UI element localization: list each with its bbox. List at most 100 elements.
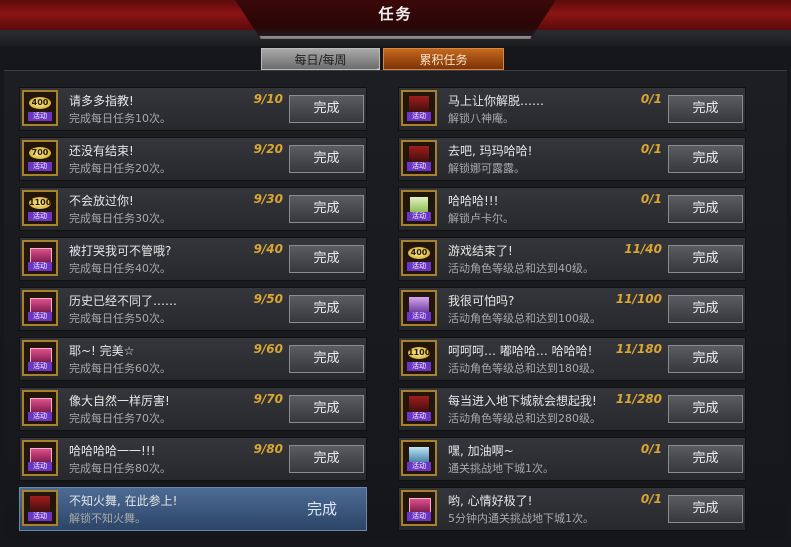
task-row: 活动 哈哈哈哈一一!!! 完成每日任务80次。 9/80 完成 [19, 437, 367, 481]
reward-icon: 活动 [405, 194, 433, 222]
task-row: 400 活动 游戏结束了! 活动角色等级总和达到40级。 11/40 完成 [398, 237, 746, 281]
task-description: 活动角色等级总和达到180级。 [448, 362, 601, 375]
task-progress: 0/1 [640, 192, 662, 206]
task-name: 我很可怕吗? [448, 294, 515, 308]
task-name: 哈哈哈哈一一!!! [69, 444, 156, 458]
task-progress: 9/50 [253, 292, 283, 306]
complete-button[interactable]: 完成 [668, 195, 743, 223]
task-name: 不会放过你! [69, 194, 134, 208]
complete-button[interactable]: 完成 [289, 145, 364, 173]
task-row: 活动 耶~! 完美☆ 完成每日任务60次。 9/60 完成 [19, 337, 367, 381]
task-name: 请多多指教! [69, 94, 134, 108]
tab-daily-weekly[interactable]: 每日/每周 [261, 48, 380, 70]
task-icon-frame: 活动 [22, 440, 58, 476]
reward-icon: 活动 [26, 294, 54, 322]
event-tag: 活动 [28, 312, 52, 321]
task-name: 哈哈哈!!! [448, 194, 499, 208]
task-icon-frame: 活动 [401, 190, 437, 226]
coin-icon: 1100 [29, 197, 52, 209]
event-tag: 活动 [407, 512, 431, 521]
event-tag: 活动 [407, 412, 431, 421]
task-description: 解锁卢卡尔。 [448, 212, 514, 225]
complete-button[interactable]: 完成 [668, 445, 743, 473]
task-icon-frame: 活动 [401, 290, 437, 326]
reward-icon: 活动 [405, 394, 433, 422]
complete-button[interactable]: 完成 [289, 95, 364, 123]
task-description: 完成每日任务20次。 [69, 162, 171, 175]
complete-button[interactable]: 完成 [668, 295, 743, 323]
task-progress: 9/60 [253, 342, 283, 356]
tab-cumulative-tasks[interactable]: 累积任务 [383, 48, 504, 70]
task-row: 活动 我很可怕吗? 活动角色等级总和达到100级。 11/100 完成 [398, 287, 746, 331]
task-icon-frame: 活动 [401, 140, 437, 176]
task-progress: 9/30 [253, 192, 283, 206]
event-tag: 活动 [407, 112, 431, 121]
complete-button[interactable]: 完成 [668, 345, 743, 373]
task-description: 解锁娜可露露。 [448, 162, 525, 175]
task-description: 完成每日任务40次。 [69, 262, 171, 275]
task-progress: 9/80 [253, 442, 283, 456]
complete-button[interactable]: 完成 [289, 295, 364, 323]
reward-icon: 1100 活动 [405, 344, 433, 372]
task-name: 游戏结束了! [448, 244, 513, 258]
coin-icon: 400 [29, 97, 51, 109]
task-row: 活动 哈哈哈!!! 解锁卢卡尔。 0/1 完成 [398, 187, 746, 231]
task-description: 完成每日任务60次。 [69, 362, 171, 375]
task-progress: 0/1 [640, 142, 662, 156]
reward-icon: 400 活动 [405, 244, 433, 272]
task-progress: 0/1 [640, 492, 662, 506]
task-description: 活动角色等级总和达到100级。 [448, 312, 601, 325]
task-description: 完成每日任务80次。 [69, 462, 171, 475]
complete-button[interactable]: 完成 [289, 395, 364, 423]
event-tag: 活动 [407, 212, 431, 221]
page-title: 任务 [378, 5, 413, 23]
complete-button[interactable]: 完成 [289, 195, 364, 223]
complete-button[interactable]: 完成 [668, 145, 743, 173]
task-progress: 9/20 [253, 142, 283, 156]
task-row: 活动 哟, 心情好极了! 5分钟内通关挑战地下城1次。 0/1 完成 [398, 487, 746, 531]
complete-button[interactable]: 完成 [668, 95, 743, 123]
task-row: 1100 活动 不会放过你! 完成每日任务30次。 9/30 完成 [19, 187, 367, 231]
complete-button[interactable]: 完成 [289, 245, 364, 273]
task-row: 1100 活动 呵呵呵… 嘟哈哈… 哈哈哈! 活动角色等级总和达到180级。 11/18… [398, 337, 746, 381]
coin-icon: 700 [29, 147, 51, 159]
task-description: 通关挑战地下城1次。 [448, 462, 554, 475]
task-row: 活动 被打哭我可不管哦? 完成每日任务40次。 9/40 完成 [19, 237, 367, 281]
reward-icon: 活动 [405, 294, 433, 322]
event-tag: 活动 [407, 162, 431, 171]
complete-button[interactable]: 完成 [668, 245, 743, 273]
task-progress: 9/10 [253, 92, 283, 106]
event-tag: 活动 [28, 462, 52, 471]
task-description: 解锁不知火舞。 [69, 512, 146, 525]
complete-button[interactable]: 完成 [668, 495, 743, 523]
task-progress: 11/280 [615, 392, 662, 406]
event-tag: 活动 [28, 162, 52, 171]
task-name: 耶~! 完美☆ [69, 344, 135, 358]
task-description: 完成每日任务30次。 [69, 212, 171, 225]
reward-icon: 活动 [26, 444, 54, 472]
task-row: 活动 嘿, 加油啊~ 通关挑战地下城1次。 0/1 完成 [398, 437, 746, 481]
reward-icon: 活动 [26, 394, 54, 422]
complete-button[interactable]: 完成 [668, 395, 743, 423]
task-name: 去吧, 玛玛哈哈! [448, 144, 533, 158]
task-name: 历史已经不同了…… [69, 294, 178, 308]
task-progress: 11/40 [624, 242, 662, 256]
task-row: 活动 马上让你解脱…… 解锁八神庵。 0/1 完成 [398, 87, 746, 131]
task-icon-frame: 活动 [22, 340, 58, 376]
task-progress: 0/1 [640, 92, 662, 106]
event-tag: 活动 [407, 462, 431, 471]
reward-icon: 活动 [405, 494, 433, 522]
task-progress: 9/40 [253, 242, 283, 256]
complete-button[interactable]: 完成 [278, 496, 366, 524]
task-name: 被打哭我可不管哦? [69, 244, 172, 258]
task-icon-frame: 400 活动 [22, 90, 58, 126]
complete-button[interactable]: 完成 [289, 345, 364, 373]
complete-button[interactable]: 完成 [289, 445, 364, 473]
task-icon-frame: 400 活动 [401, 240, 437, 276]
task-name: 不知火舞, 在此参上! [69, 494, 178, 508]
reward-icon: 400 活动 [26, 94, 54, 122]
task-icon-frame: 活动 [401, 440, 437, 476]
task-name: 马上让你解脱…… [448, 94, 545, 108]
event-tag: 活动 [28, 412, 52, 421]
reward-icon: 700 活动 [26, 144, 54, 172]
